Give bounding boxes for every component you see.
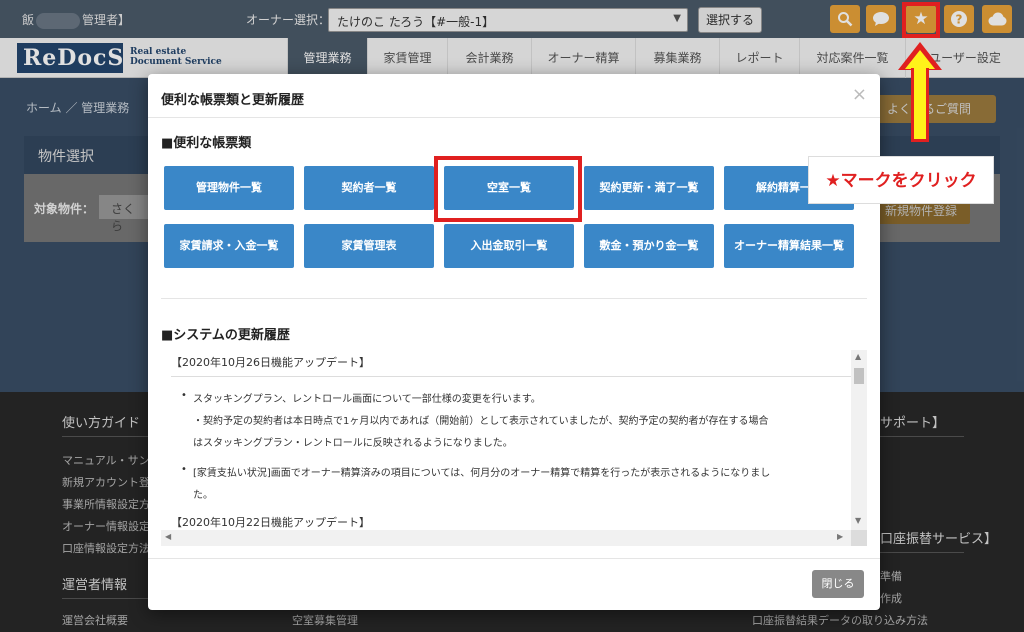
doc-button-managed-properties[interactable]: 管理物件一覧 [164,166,294,210]
doc-button-rent-billing[interactable]: 家賃請求・入金一覧 [164,224,294,268]
modal-divider [148,117,880,118]
scroll-up-icon[interactable]: ▲ [855,352,861,361]
history-date: 【2020年10月22日機能アップデート】 [171,516,370,529]
modal-divider [148,558,880,559]
doc-button-contractors[interactable]: 契約者一覧 [304,166,434,210]
history-line: はスタッキングプラン・レントロールに反映されるようになりました。 [193,438,513,449]
doc-button-renewals[interactable]: 契約更新・満了一覧 [584,166,714,210]
scroll-thumb[interactable] [854,368,864,384]
vertical-scrollbar[interactable]: ▲ ▼ [851,350,867,530]
scroll-down-icon[interactable]: ▼ [855,516,861,525]
doc-button-transactions[interactable]: 入出金取引一覧 [444,224,574,268]
history-line: [家賃支払い状況]画面でオーナー精算済みの項目については、何月分のオーナー精算で… [193,468,771,479]
close-icon[interactable]: × [852,84,867,105]
history-section-title: ■システムの更新履歴 [161,328,290,343]
annotation-callout: ★マークをクリック [808,156,994,204]
modal-title: 便利な帳票類と更新履歴 [161,93,305,108]
documents-modal: 便利な帳票類と更新履歴 × ■便利な帳票類 管理物件一覧 契約者一覧 空室一覧 … [148,74,880,610]
doc-button-owner-settlement-results[interactable]: オーナー精算結果一覧 [724,224,854,268]
horizontal-scrollbar[interactable]: ◀ ▶ [161,530,851,546]
history-line: た。 [193,490,213,501]
highlight-box [434,156,582,222]
bullet-icon: • [181,390,187,401]
history-line: スタッキングプラン、レントロール画面について一部仕様の変更を行います。 [193,394,541,405]
scroll-left-icon[interactable]: ◀ [165,532,171,541]
close-button[interactable]: 閉じる [812,570,864,598]
update-history-scroll[interactable]: 【2020年10月26日機能アップデート】 • スタッキングプラン、レントロール… [161,350,867,546]
modal-divider [161,298,867,299]
doc-button-deposits[interactable]: 敷金・預かり金一覧 [584,224,714,268]
history-divider [171,376,851,377]
update-history-content: 【2020年10月26日機能アップデート】 • スタッキングプラン、レントロール… [161,350,851,530]
arrow-up-icon-fill [905,50,935,69]
history-date: 【2020年10月26日機能アップデート】 [171,356,370,369]
scrollbar-corner [851,530,867,546]
arrow-shaft [911,68,929,142]
star-highlight-box [902,2,940,38]
scroll-right-icon[interactable]: ▶ [837,532,843,541]
doc-button-rent-table[interactable]: 家賃管理表 [304,224,434,268]
documents-section-title: ■便利な帳票類 [161,136,252,151]
bullet-icon: • [181,464,187,475]
history-line: ・契約予定の契約者は本日時点で1ヶ月以内であれば（開始前）として表示されていまし… [193,416,769,427]
